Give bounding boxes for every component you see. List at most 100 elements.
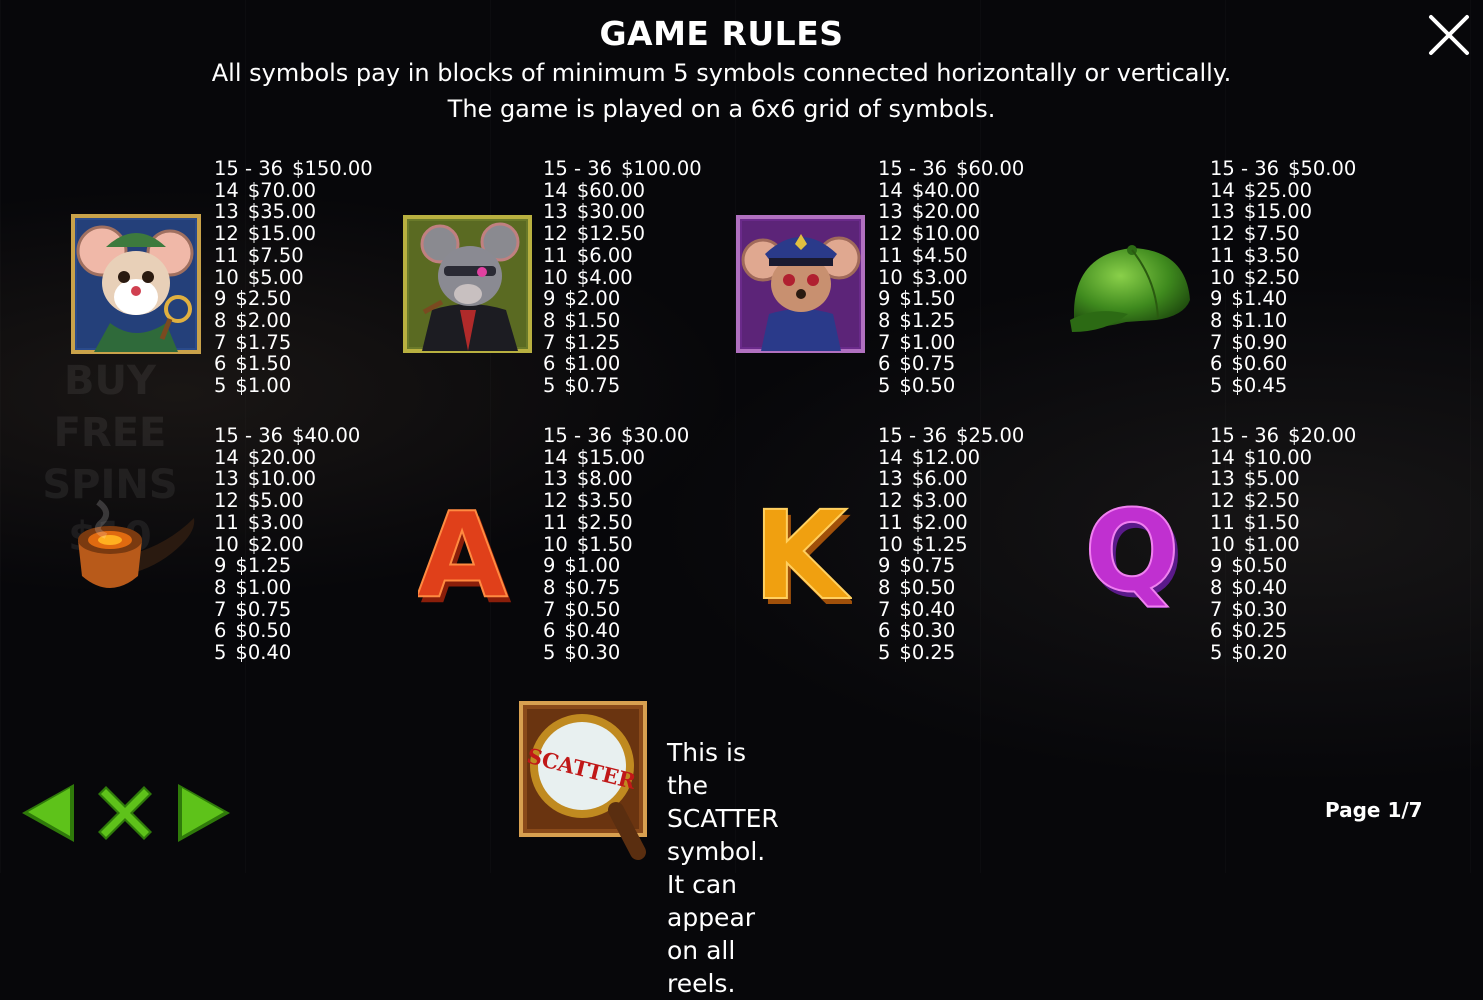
pay-amount: $1.00 — [235, 374, 292, 398]
pay-quantity: 10 — [1210, 532, 1235, 556]
pay-quantity: 5 — [878, 641, 891, 665]
pay-quantity: 13 — [878, 200, 903, 224]
pay-amount: $20.00 — [247, 445, 317, 469]
rules-description-line-1: All symbols pay in blocks of minimum 5 s… — [211, 59, 1232, 87]
pay-quantity: 14 — [543, 178, 568, 202]
pay-row: 5 $0.50 — [878, 375, 1024, 397]
pay-amount: $7.50 — [247, 243, 304, 267]
pay-quantity: 9 — [1210, 554, 1223, 578]
pay-quantity: 8 — [1210, 308, 1223, 332]
pay-quantity: 7 — [543, 330, 556, 354]
pay-amount: $30.00 — [576, 200, 646, 224]
pay-quantity: 9 — [214, 287, 227, 311]
gangster-rat-pay-list: 15 - 36 $100.00 14 $60.00 13 $30.00 12 $12.50 11… — [543, 158, 702, 397]
pay-quantity: 14 — [1210, 178, 1235, 202]
pay-row: 7 $0.90 — [1210, 331, 1356, 354]
pay-quantity: 7 — [214, 330, 227, 354]
pay-row: 15 - 36 $25.00 — [878, 425, 1024, 447]
pay-quantity: 14 — [878, 178, 903, 202]
pay-row: 11 $2.50 — [543, 511, 689, 534]
pay-row: 14 $20.00 — [214, 445, 360, 469]
svg-text:A: A — [418, 490, 508, 614]
pay-row: 7 $0.50 — [543, 597, 689, 621]
pay-quantity: 8 — [214, 308, 227, 332]
pay-amount: $1.50 — [899, 287, 956, 311]
pay-quantity: 5 — [543, 641, 556, 665]
next-page-button[interactable] — [176, 780, 234, 850]
rules-header: GAME RULES All symbols pay in blocks of … — [0, 14, 1443, 125]
pay-amount: $0.50 — [235, 619, 292, 643]
pay-quantity: 8 — [543, 575, 556, 599]
pay-quantity: 14 — [1210, 445, 1235, 469]
pay-row: 10 $3.00 — [878, 265, 1024, 289]
pay-amount: $4.50 — [911, 243, 968, 267]
pay-amount: $70.00 — [247, 178, 317, 202]
letter-k-pay-list: 15 - 36 $25.00 14 $12.00 13 $6.00 12 $3.00 11 $2.… — [878, 425, 1024, 664]
pay-amount: $30.00 — [621, 424, 690, 447]
pay-amount: $3.00 — [247, 510, 304, 534]
pay-amount: $10.00 — [1243, 445, 1313, 469]
pay-quantity: 12 — [214, 489, 239, 513]
pay-amount: $5.00 — [247, 489, 304, 513]
pay-amount: $40.00 — [911, 178, 981, 202]
pay-row: 5 $0.40 — [214, 642, 360, 664]
pay-quantity: 15 - 36 — [214, 424, 284, 447]
pay-row: 7 $0.30 — [1210, 597, 1356, 621]
police-mouse-icon — [736, 215, 865, 353]
pay-amount: $0.40 — [1231, 575, 1288, 599]
pay-amount: $0.60 — [1231, 352, 1288, 376]
letter-a-pay-list: 15 - 36 $30.00 14 $15.00 13 $8.00 12 $3.50 11 $2.… — [543, 425, 689, 664]
pay-quantity: 11 — [878, 243, 903, 267]
pay-amount: $2.00 — [911, 510, 968, 534]
pay-quantity: 11 — [214, 243, 239, 267]
pay-row: 8 $2.00 — [214, 310, 373, 332]
pay-row: 6 $0.25 — [1210, 620, 1356, 642]
previous-page-button[interactable] — [18, 780, 76, 850]
pay-row: 5 $1.00 — [214, 375, 373, 397]
pay-amount: $0.50 — [564, 597, 621, 621]
pay-amount: $3.50 — [1243, 243, 1300, 267]
pay-quantity: 15 - 36 — [878, 424, 948, 447]
pay-amount: $0.30 — [1231, 597, 1288, 621]
pay-row: 8 $1.00 — [214, 577, 360, 599]
pay-quantity: 5 — [214, 641, 227, 665]
pay-quantity: 13 — [543, 467, 568, 491]
pay-quantity: 10 — [878, 265, 903, 289]
pay-amount: $0.25 — [1231, 619, 1288, 643]
pay-row: 14 $25.00 — [1210, 178, 1356, 202]
pay-amount: $8.00 — [576, 467, 633, 491]
pay-row: 14 $12.00 — [878, 446, 1024, 469]
pay-quantity: 15 - 36 — [1210, 157, 1280, 180]
pay-quantity: 6 — [214, 352, 227, 376]
pay-quantity: 7 — [1210, 597, 1223, 621]
pay-row: 12 $3.00 — [878, 490, 1024, 512]
pay-row: 8 $1.50 — [543, 310, 702, 332]
pay-quantity: 8 — [543, 308, 556, 332]
pay-row: 10 $4.00 — [543, 266, 702, 289]
pay-amount: $1.00 — [564, 554, 621, 578]
pay-row: 12 $10.00 — [878, 223, 1024, 245]
pay-quantity: 10 — [214, 265, 239, 289]
pay-quantity: 12 — [543, 489, 568, 513]
pay-row: 13 $8.00 — [543, 468, 689, 490]
pay-row: 7 $1.00 — [878, 331, 1024, 354]
scatter-description: This is the SCATTER symbol. It can appea… — [667, 738, 779, 998]
pay-amount: $0.40 — [235, 641, 292, 665]
pay-amount: $0.75 — [564, 575, 621, 599]
pay-row: 9 $2.50 — [214, 288, 373, 310]
pay-row: 6 $0.40 — [543, 620, 689, 642]
police-mouse-pay-list: 15 - 36 $60.00 14 $40.00 13 $20.00 12 $10.00 11 $… — [878, 158, 1024, 397]
close-rules-x-button[interactable] — [92, 780, 158, 850]
pay-row: 14 $10.00 — [1210, 445, 1356, 469]
pay-quantity: 14 — [543, 445, 568, 469]
pay-row: 6 $0.60 — [1210, 353, 1356, 375]
pay-amount: $1.50 — [1243, 510, 1300, 534]
close-button[interactable] — [1426, 12, 1472, 58]
pay-quantity: 10 — [878, 532, 903, 556]
pay-quantity: 8 — [878, 575, 891, 599]
pay-row: 12 $5.00 — [214, 490, 360, 512]
pay-amount: $0.25 — [899, 641, 956, 665]
pay-amount: $2.00 — [247, 532, 304, 556]
pay-row: 15 - 36 $50.00 — [1210, 158, 1356, 180]
green-cap-icon — [1070, 245, 1190, 332]
